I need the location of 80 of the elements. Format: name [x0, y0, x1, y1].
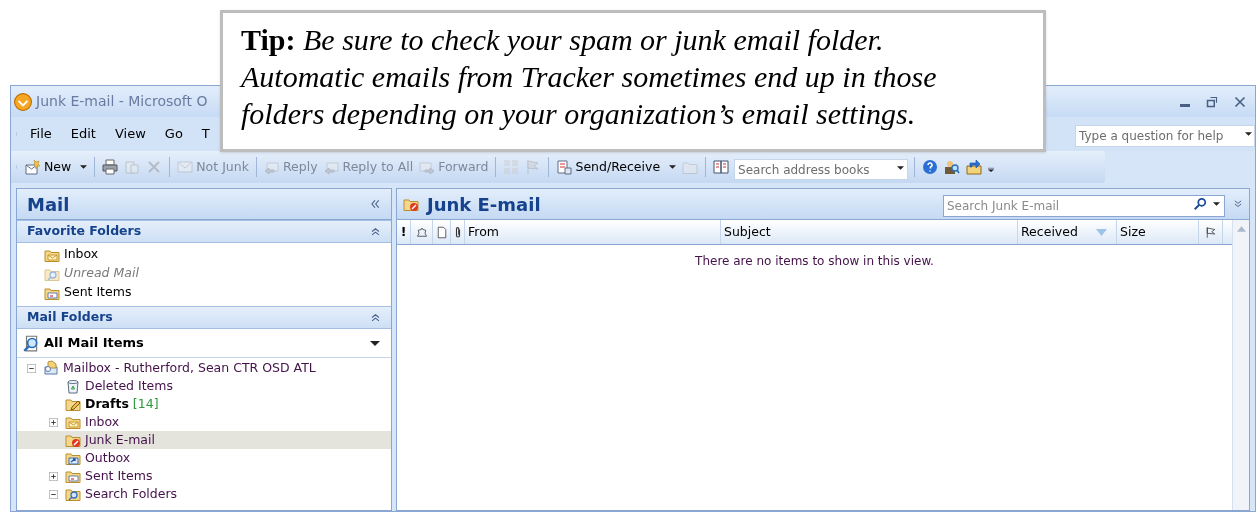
copy-pages-icon	[124, 159, 141, 175]
collapse-section-icon	[370, 226, 381, 237]
help-search-field[interactable]: Type a question for help	[1075, 125, 1255, 147]
drafts-folder-icon	[65, 396, 81, 412]
dropdown-arrow-icon	[370, 340, 380, 346]
column-header[interactable]: Received	[1018, 220, 1117, 244]
window-title: Junk E-mail - Microsoft O	[36, 92, 208, 111]
junk-folder-icon	[403, 196, 419, 212]
menu-item[interactable]: T	[194, 124, 217, 144]
menu-item[interactable]: File	[23, 124, 59, 144]
view-selector[interactable]: All Mail Items	[17, 329, 391, 358]
menu-item[interactable]: Edit	[63, 124, 103, 144]
outlook-logo-icon	[14, 92, 32, 111]
section-title: Mail Folders	[27, 308, 113, 327]
find-contact-icon	[944, 159, 961, 175]
column-header[interactable]: Subject	[721, 220, 1018, 244]
minimize-icon	[1180, 104, 1190, 107]
grid-icon	[503, 159, 520, 175]
column-header[interactable]: From	[465, 220, 721, 244]
search-folder-icon	[65, 486, 81, 502]
new-mail-icon	[25, 159, 41, 175]
folder-arrow-icon	[966, 159, 983, 175]
toolbar-overflow-icon	[987, 165, 996, 175]
help-icon	[922, 159, 939, 175]
scrollbar[interactable]	[1232, 220, 1249, 510]
dropdown-arrow-icon	[897, 165, 905, 170]
dropdown-arrow-icon	[1245, 132, 1252, 136]
folder-tree-item[interactable]: Sent Items	[17, 467, 391, 485]
folder-title: Junk E-mail	[427, 192, 541, 217]
delete-icon	[146, 159, 163, 175]
folder-tree-item[interactable]: Deleted Items	[17, 377, 391, 395]
favorite-folder[interactable]: Inbox	[44, 245, 391, 264]
folder-icon	[682, 159, 699, 175]
dropdown-arrow-icon	[1213, 202, 1220, 206]
section-title: Favorite Folders	[27, 222, 142, 241]
printer-icon	[102, 159, 119, 175]
section-header[interactable]: Mail Folders	[17, 306, 391, 329]
collapse-section-icon	[370, 312, 381, 323]
expand-pane-icon	[1233, 199, 1243, 209]
toolbar-button[interactable]: Send/Receive	[553, 155, 680, 179]
folder-tree-item[interactable]: Drafts [14]	[17, 395, 391, 413]
forward-icon	[419, 159, 436, 175]
empty-list-message: There are no items to show in this view.	[694, 253, 935, 270]
folder-tree-item[interactable]: Junk E-mail	[17, 431, 391, 449]
trash-icon	[65, 378, 81, 394]
junk-folder-icon	[65, 432, 81, 448]
unread-count: [14]	[132, 394, 159, 413]
page-icon	[435, 225, 448, 239]
folder-tree-item[interactable]: Inbox	[17, 413, 391, 431]
bell-icon	[415, 225, 428, 239]
menu-item[interactable]: Go	[157, 124, 190, 144]
toolbar-button[interactable]: New	[22, 155, 91, 179]
folder-tree-item[interactable]: Outbox	[17, 449, 391, 467]
magnifier-icon	[22, 334, 40, 352]
reply-icon	[263, 159, 280, 175]
folder-search-field[interactable]: Search Junk E-mail	[943, 195, 1225, 217]
reply-all-icon	[323, 159, 340, 175]
address-search-field[interactable]: Search address books	[734, 159, 909, 180]
section-header[interactable]: Favorite Folders	[17, 220, 391, 243]
mailbox-icon	[43, 360, 59, 376]
collapse-pane-icon	[369, 198, 381, 210]
folder-tree-item[interactable]: Search Folders	[17, 485, 391, 503]
menu-item[interactable]: View	[107, 124, 153, 144]
folder-tree-item[interactable]: Mailbox - Rutherford, Sean CTR OSD ATL	[17, 359, 391, 377]
tip-text: Tip: Be sure to check your spam or junk email folder. Automatic emails from Tracker sometimes end up in those folders depending on your organization’s email settings.	[241, 22, 938, 132]
envelope-icon	[177, 159, 194, 175]
column-header[interactable]: !	[397, 220, 411, 244]
close-icon	[1234, 95, 1246, 108]
favorite-folder[interactable]: Sent Items	[44, 283, 391, 302]
scroll-up-icon	[1236, 226, 1246, 232]
send-receive-icon	[556, 159, 573, 175]
search-icon	[1193, 197, 1207, 211]
flag-icon	[1204, 225, 1217, 239]
sent-folder-icon	[65, 468, 81, 484]
restore-icon	[1206, 95, 1218, 108]
column-header[interactable]: Size	[1117, 220, 1199, 244]
address-book-icon	[713, 159, 730, 175]
inbox-folder-icon	[65, 414, 81, 430]
pane-title: Mail	[27, 192, 70, 217]
outbox-folder-icon	[65, 450, 81, 466]
